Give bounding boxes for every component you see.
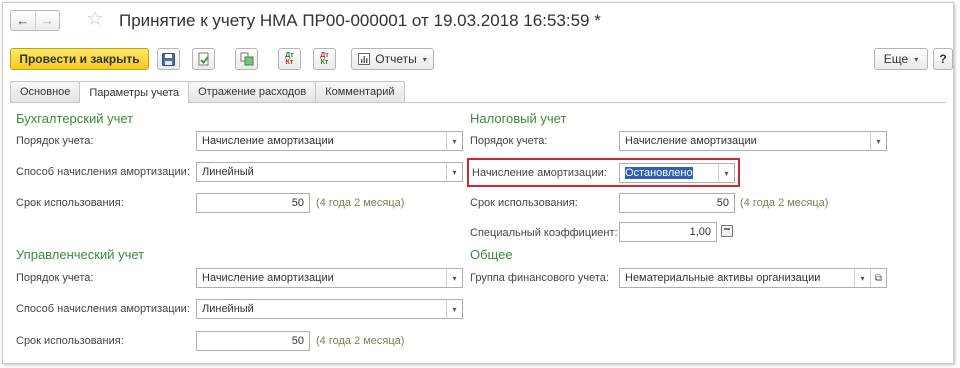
arrow-left-icon: ← bbox=[16, 13, 30, 28]
management-method-select[interactable]: Линейный ▾ bbox=[196, 299, 463, 319]
tax-term-value: 50 bbox=[716, 197, 729, 209]
tab-bar: Основное Параметры учета Отражение расхо… bbox=[10, 81, 405, 103]
chevron-down-icon[interactable]: ▾ bbox=[446, 163, 462, 181]
chevron-down-icon[interactable]: ▾ bbox=[446, 269, 462, 287]
post-document-button[interactable] bbox=[192, 48, 215, 70]
accounting-method-select[interactable]: Линейный ▾ bbox=[196, 162, 463, 182]
accounting-group-title: Бухгалтерский учет bbox=[16, 111, 134, 126]
more-button[interactable]: Еще ▾ bbox=[874, 48, 928, 70]
navigation-buttons: ← → bbox=[10, 10, 60, 31]
chevron-down-icon[interactable]: ▾ bbox=[870, 132, 886, 150]
management-term-input[interactable]: 50 bbox=[196, 331, 310, 351]
accounting-order-label: Порядок учета: bbox=[16, 135, 94, 147]
management-method-value: Линейный bbox=[202, 303, 254, 315]
management-order-select[interactable]: Начисление амортизации ▾ bbox=[196, 268, 463, 288]
management-method-label: Способ начисления амортизации: bbox=[16, 303, 190, 315]
window-title: Принятие к учету НМА ПР00-000001 от 19.0… bbox=[119, 11, 601, 30]
save-icon bbox=[162, 52, 175, 66]
save-button[interactable] bbox=[157, 48, 180, 70]
management-order-label: Порядок учета: bbox=[16, 272, 94, 284]
chevron-down-icon[interactable]: ▾ bbox=[718, 164, 734, 182]
accounting-method-value: Линейный bbox=[202, 166, 254, 178]
fin-group-label: Группа финансового учета: bbox=[470, 272, 609, 284]
management-term-label: Срок использования: bbox=[16, 335, 124, 347]
tab-main[interactable]: Основное bbox=[10, 81, 81, 102]
reports-icon bbox=[358, 53, 371, 65]
arrow-right-icon: → bbox=[40, 13, 54, 28]
chevron-down-icon: ▾ bbox=[422, 54, 427, 64]
chevron-down-icon[interactable]: ▾ bbox=[446, 300, 462, 318]
fin-group-value: Нематериальные активы организации bbox=[625, 272, 821, 284]
tax-depreciation-label: Начисление амортизации: bbox=[472, 167, 607, 179]
tab-accounting-params[interactable]: Параметры учета bbox=[79, 81, 190, 103]
tax-order-value: Начисление амортизации bbox=[625, 135, 757, 147]
tax-order-label: Порядок учета: bbox=[470, 135, 548, 147]
back-button[interactable]: ← bbox=[11, 11, 35, 30]
post-document-icon bbox=[198, 52, 209, 66]
accounting-term-value: 50 bbox=[291, 197, 304, 209]
chevron-down-icon[interactable]: ▾ bbox=[446, 132, 462, 150]
favorite-star-icon[interactable]: ☆ bbox=[86, 8, 104, 30]
dt-kt-reverse-icon: Дт Кт bbox=[320, 52, 329, 66]
tax-coef-input[interactable]: 1,00 bbox=[619, 222, 717, 242]
post-and-close-button[interactable]: Провести и закрыть bbox=[10, 48, 149, 70]
accounting-term-hint: (4 года 2 месяца) bbox=[316, 197, 405, 209]
management-term-hint: (4 года 2 месяца) bbox=[316, 335, 405, 347]
tax-coef-value: 1,00 bbox=[689, 226, 711, 238]
tab-expense-reflection[interactable]: Отражение расходов bbox=[188, 81, 317, 102]
accounting-order-value: Начисление амортизации bbox=[202, 135, 334, 147]
general-group-title: Общее bbox=[470, 247, 513, 262]
chevron-down-icon: ▾ bbox=[914, 54, 919, 64]
management-group-title: Управленческий учет bbox=[16, 247, 145, 262]
management-term-value: 50 bbox=[291, 335, 304, 347]
tax-term-label: Срок использования: bbox=[470, 197, 578, 209]
dt-kt-postings-icon: Дт Кт bbox=[285, 52, 294, 66]
tax-coef-label: Специальный коэффициент: bbox=[470, 227, 618, 239]
structure-button[interactable] bbox=[235, 48, 258, 70]
dt-kt-reverse-button[interactable]: Дт Кт bbox=[313, 48, 336, 70]
tax-term-hint: (4 года 2 месяца) bbox=[740, 197, 829, 209]
chevron-down-icon[interactable]: ▾ bbox=[854, 269, 870, 287]
tax-depreciation-value: Остановлено bbox=[625, 167, 693, 179]
accounting-order-select[interactable]: Начисление амортизации ▾ bbox=[196, 131, 463, 151]
reports-label: Отчеты bbox=[375, 52, 417, 66]
reports-button[interactable]: Отчеты ▾ bbox=[351, 48, 434, 70]
accounting-method-label: Способ начисления амортизации: bbox=[16, 166, 190, 178]
tax-order-select[interactable]: Начисление амортизации ▾ bbox=[619, 131, 887, 151]
open-icon[interactable]: ⧉ bbox=[870, 269, 886, 287]
structure-icon bbox=[240, 52, 253, 66]
management-order-value: Начисление амортизации bbox=[202, 272, 334, 284]
tab-comment[interactable]: Комментарий bbox=[315, 81, 405, 102]
calculator-icon[interactable] bbox=[721, 225, 733, 237]
help-button[interactable]: ? bbox=[933, 48, 953, 70]
tax-depreciation-select[interactable]: Остановлено ▾ bbox=[619, 163, 735, 183]
dt-kt-postings-button[interactable]: Дт Кт bbox=[278, 48, 301, 70]
fin-group-select[interactable]: Нематериальные активы организации ▾ ⧉ bbox=[619, 268, 887, 288]
tax-term-input[interactable]: 50 bbox=[619, 193, 735, 213]
accounting-term-input[interactable]: 50 bbox=[196, 193, 310, 213]
forward-button[interactable]: → bbox=[34, 11, 60, 30]
tax-group-title: Налоговый учет bbox=[470, 111, 567, 126]
accounting-term-label: Срок использования: bbox=[16, 197, 124, 209]
document-window: ← → ☆ Принятие к учету НМА ПР00-000001 о… bbox=[2, 2, 954, 364]
more-label: Еще bbox=[883, 52, 909, 66]
